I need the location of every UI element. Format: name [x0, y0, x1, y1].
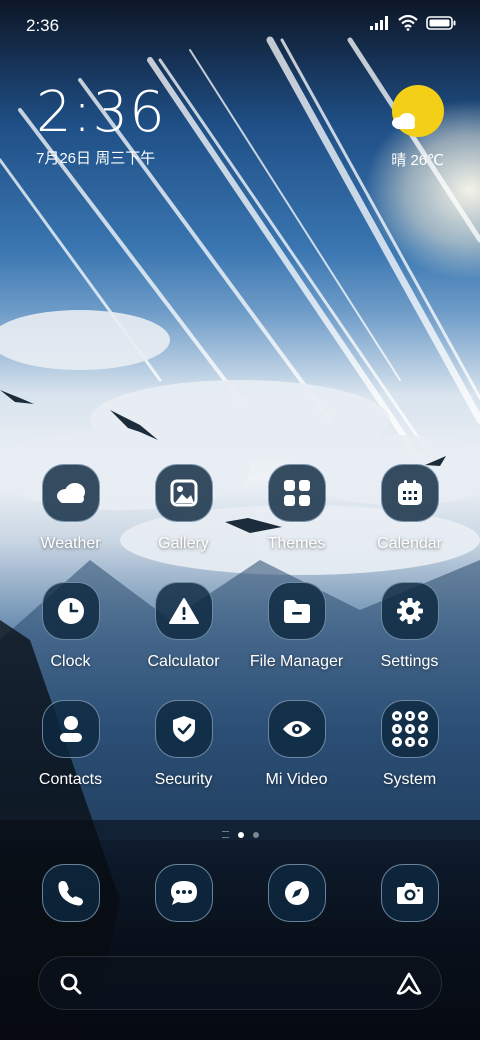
app-label: Settings — [380, 653, 439, 670]
gear-icon — [380, 582, 439, 640]
compass-icon — [267, 864, 326, 922]
app-label: Clock — [50, 653, 91, 670]
person-icon — [41, 700, 100, 758]
status-bar: 2:36 — [0, 0, 480, 50]
page-indicator[interactable] — [0, 831, 480, 838]
page-indicator-minus-one — [221, 831, 229, 838]
image-icon — [154, 464, 213, 522]
app-contacts[interactable]: Contacts — [14, 700, 127, 789]
grid-icon — [267, 464, 326, 522]
app-weather[interactable]: Weather — [14, 464, 127, 553]
signal-icon — [370, 16, 390, 35]
clock-widget-time: 2:36 — [36, 80, 166, 145]
app-label: Contacts — [38, 771, 103, 788]
status-time: 2:36 — [26, 16, 60, 35]
message-icon — [154, 864, 213, 922]
app-label: Mi Video — [265, 771, 328, 788]
shield-icon — [154, 700, 213, 758]
cloud-icon — [41, 464, 100, 522]
page-indicator-dot-active — [237, 831, 244, 838]
app-clock[interactable]: Clock — [14, 582, 127, 671]
phone-icon — [41, 864, 100, 922]
wifi-icon — [398, 14, 418, 36]
dock-messages[interactable] — [127, 864, 240, 922]
battery-icon — [426, 16, 456, 35]
dock-camera[interactable] — [353, 864, 466, 922]
app-mi-video[interactable]: Mi Video — [240, 700, 353, 789]
clock-widget-date: 7月26日 周三下午 — [36, 150, 156, 167]
dock — [14, 864, 466, 922]
dock-phone[interactable] — [14, 864, 127, 922]
app-system-folder[interactable]: System — [353, 700, 466, 789]
app-security[interactable]: Security — [127, 700, 240, 789]
folder-icon — [267, 582, 326, 640]
dock-browser[interactable] — [240, 864, 353, 922]
app-label: System — [382, 771, 437, 788]
app-label: Security — [154, 771, 213, 788]
app-gallery[interactable]: Gallery — [127, 464, 240, 553]
search-bar[interactable] — [38, 956, 442, 1010]
app-label: Calendar — [377, 535, 442, 552]
app-calendar[interactable]: Calendar — [353, 464, 466, 553]
app-grid: Weather Gallery Themes Calendar Clock Ca… — [14, 464, 466, 789]
clock-icon — [41, 582, 100, 640]
app-themes[interactable]: Themes — [240, 464, 353, 553]
app-label: Themes — [267, 535, 326, 552]
assistant-icon[interactable] — [395, 971, 423, 1002]
warning-icon — [154, 582, 213, 640]
camera-icon — [380, 864, 439, 922]
app-label: Gallery — [158, 535, 209, 552]
eye-icon — [267, 700, 326, 758]
app-label: Calculator — [147, 653, 220, 670]
weather-widget[interactable]: 晴 26℃ — [391, 85, 444, 170]
app-label: Weather — [40, 535, 101, 552]
clock-widget[interactable]: 2:36 7月26日 周三下午 — [36, 80, 166, 168]
app-file-manager[interactable]: File Manager — [240, 582, 353, 671]
page-indicator-dot — [252, 831, 259, 838]
folder-grid-icon — [380, 700, 439, 758]
app-settings[interactable]: Settings — [353, 582, 466, 671]
search-icon — [59, 972, 83, 1001]
app-label: File Manager — [249, 653, 344, 670]
sun-cloud-icon — [391, 85, 444, 137]
app-calculator[interactable]: Calculator — [127, 582, 240, 671]
weather-temperature: 晴 26℃ — [391, 152, 444, 169]
calendar-icon — [380, 464, 439, 522]
